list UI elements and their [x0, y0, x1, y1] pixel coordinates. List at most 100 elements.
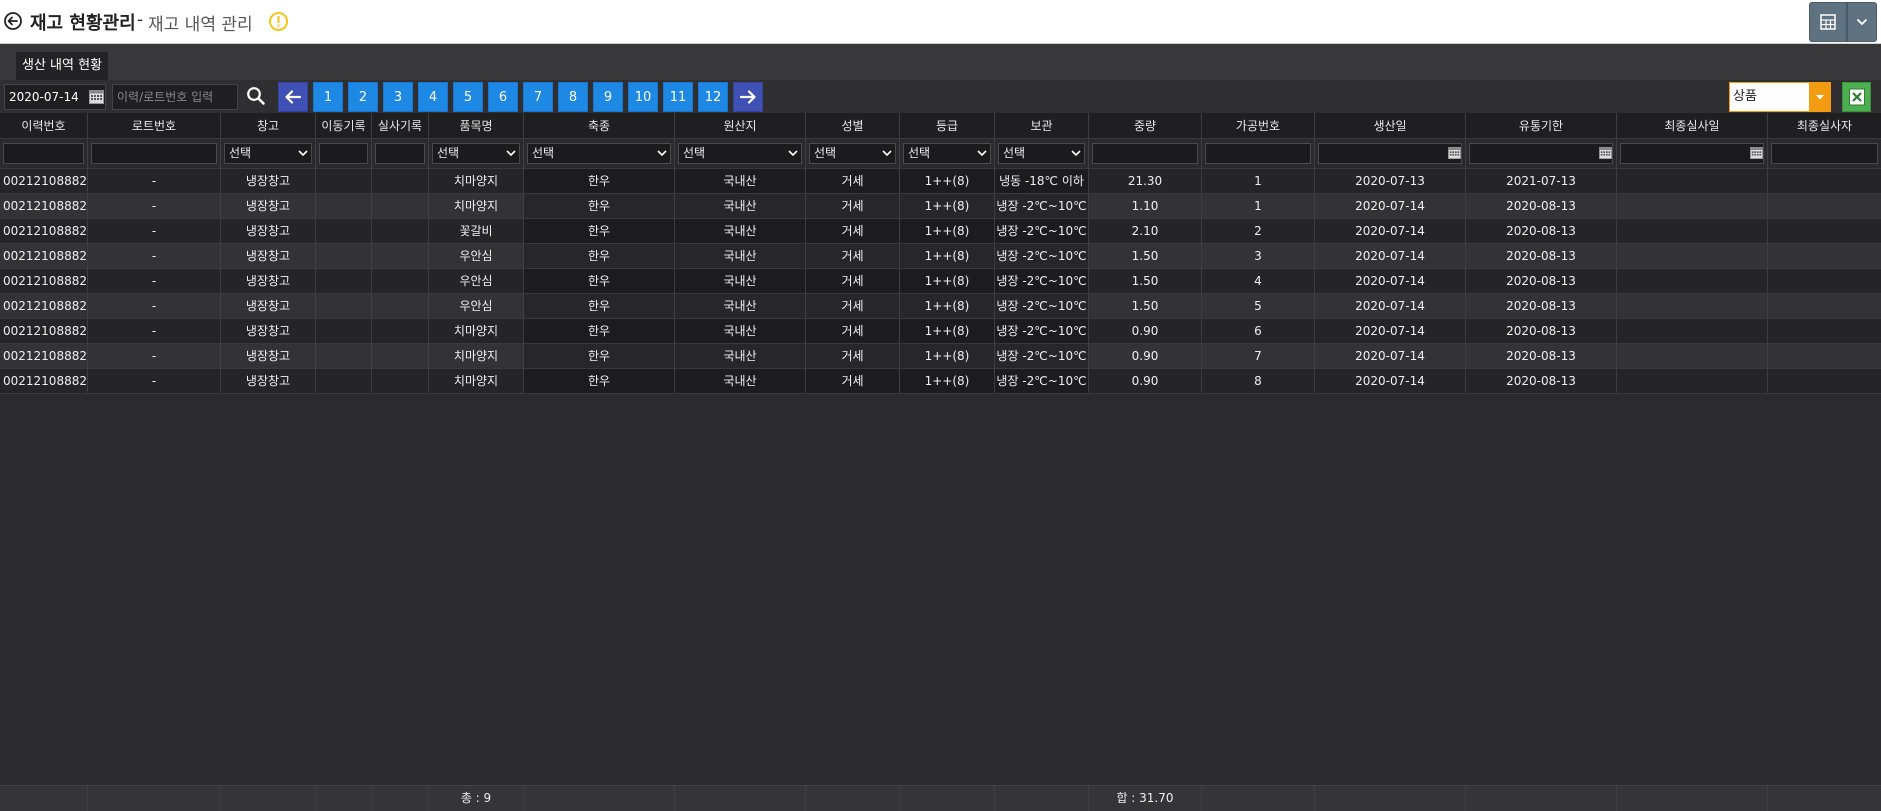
page-button-11[interactable]: 11 — [663, 82, 693, 112]
col-header-expiry-date[interactable]: 유통기한 — [1466, 113, 1617, 138]
cell-trace-no: 002121088825 — [0, 344, 88, 368]
page-button-6[interactable]: 6 — [488, 82, 518, 112]
page-button-5[interactable]: 5 — [453, 82, 483, 112]
col-header-move-log[interactable]: 이동기록 — [316, 113, 372, 138]
filter-warehouse-select[interactable]: 선택 — [224, 143, 312, 164]
prev-page-button[interactable] — [278, 82, 308, 112]
filter-process-no-input[interactable] — [1205, 143, 1311, 164]
filter-select-label: 선택 — [908, 146, 931, 160]
filter-audit-log-input[interactable] — [375, 143, 425, 164]
col-header-lot-no[interactable]: 로트번호 — [88, 113, 221, 138]
cell-expiry-date: 2020-08-13 — [1466, 219, 1617, 243]
page-header: 재고 현황관리 - 재고 내역 관리 — [0, 0, 1881, 44]
col-header-audit-log[interactable]: 실사기록 — [372, 113, 429, 138]
table-row[interactable]: 002121088825- 냉장창고 치마양지 한우 국내산 거세 1++(8) 냉장 -2℃… — [0, 344, 1881, 369]
table-row[interactable]: 002121088825- 냉장창고 우안심 한우 국내산 거세 1++(8) 냉장 -2℃~… — [0, 269, 1881, 294]
page-button-7[interactable]: 7 — [523, 82, 553, 112]
cell-grade: 1++(8) — [900, 344, 995, 368]
filter-cell: 선택 — [806, 139, 900, 168]
warning-icon[interactable] — [268, 11, 289, 32]
layout-grid-button[interactable] — [1809, 2, 1847, 42]
col-header-last-audit-date[interactable]: 최종실사일 — [1617, 113, 1768, 138]
footer-cell — [0, 786, 88, 811]
page-button-1[interactable]: 1 — [313, 82, 343, 112]
filter-last-audit-date-input[interactable] — [1620, 143, 1764, 164]
filter-storage-select[interactable]: 선택 — [998, 143, 1085, 164]
col-header-grade[interactable]: 등급 — [900, 113, 995, 138]
filter-cell — [1466, 139, 1617, 168]
filter-sex-select[interactable]: 선택 — [809, 143, 896, 164]
calendar-icon[interactable] — [89, 90, 104, 104]
next-page-button[interactable] — [733, 82, 763, 112]
page-button-2[interactable]: 2 — [348, 82, 378, 112]
page-button-8[interactable]: 8 — [558, 82, 588, 112]
trace-lot-search-input[interactable] — [112, 84, 238, 110]
filter-trace-no-input[interactable] — [3, 143, 84, 164]
col-header-species[interactable]: 축종 — [524, 113, 675, 138]
cell-lot-no: - — [88, 369, 221, 393]
filter-last-auditor-input[interactable] — [1771, 143, 1878, 164]
back-arrow-icon[interactable] — [3, 11, 23, 31]
tab-production-history[interactable]: 생산 내역 현황 — [16, 52, 109, 80]
calendar-icon[interactable] — [1599, 147, 1612, 159]
calendar-icon[interactable] — [1448, 147, 1461, 159]
filter-species-select[interactable]: 선택 — [527, 143, 671, 164]
chevron-down-icon — [1856, 18, 1868, 26]
table-row[interactable]: 002121088825- 냉장창고 우안심 한우 국내산 거세 1++(8) 냉장 -2℃~… — [0, 294, 1881, 319]
table-row[interactable]: 002121088825- 냉장창고 꽃갈비 한우 국내산 거세 1++(8) 냉장 -2℃~… — [0, 219, 1881, 244]
col-header-warehouse[interactable]: 창고 — [221, 113, 316, 138]
cell-item-name: 치마양지 — [429, 369, 524, 393]
page-title: 재고 현황관리 — [30, 13, 136, 34]
cell-move-log — [316, 244, 372, 268]
col-header-trace-no[interactable]: 이력번호 — [0, 113, 88, 138]
page-button-12[interactable]: 12 — [698, 82, 728, 112]
col-header-process-no[interactable]: 가공번호 — [1202, 113, 1315, 138]
filter-lot-no-input[interactable] — [91, 143, 217, 164]
filter-expiry-date-input[interactable] — [1469, 143, 1613, 164]
col-header-weight[interactable]: 중량 — [1089, 113, 1202, 138]
cell-audit-log — [372, 319, 429, 343]
cell-sex: 거세 — [806, 344, 900, 368]
filter-cell: 선택 — [221, 139, 316, 168]
table-row[interactable]: 002121088825- 냉장창고 치마양지 한우 국내산 거세 1++(8) 냉장 -2℃… — [0, 369, 1881, 394]
table-row[interactable]: 002121088825- 냉장창고 우안심 한우 국내산 거세 1++(8) 냉장 -2℃~… — [0, 244, 1881, 269]
calendar-icon[interactable] — [1750, 147, 1763, 159]
layout-dropdown-button[interactable] — [1847, 2, 1877, 42]
col-header-sex[interactable]: 성별 — [806, 113, 900, 138]
col-header-origin[interactable]: 원산지 — [675, 113, 806, 138]
table-row[interactable]: 002121088825- 냉장창고 치마양지 한우 국내산 거세 1++(8) 냉장 -2℃… — [0, 319, 1881, 344]
cell-lot-no: - — [88, 219, 221, 243]
grid-filter-row: 선택 선택 선택 선택 선택 선택 선택 — [0, 139, 1881, 169]
filter-cell: 선택 — [675, 139, 806, 168]
col-header-production-date[interactable]: 생산일 — [1315, 113, 1466, 138]
select-arrow[interactable] — [1809, 82, 1831, 112]
col-header-storage[interactable]: 보관 — [995, 113, 1089, 138]
filter-grade-select[interactable]: 선택 — [903, 143, 991, 164]
col-header-item-name[interactable]: 품목명 — [429, 113, 524, 138]
search-icon[interactable] — [246, 86, 266, 106]
cell-expiry-date: 2020-08-13 — [1466, 244, 1617, 268]
filter-origin-select[interactable]: 선택 — [678, 143, 802, 164]
cell-production-date: 2020-07-14 — [1315, 269, 1466, 293]
filter-item-name-select[interactable]: 선택 — [432, 143, 520, 164]
cell-last-auditor — [1768, 269, 1881, 293]
table-row[interactable]: 002121088825- 냉장창고 치마양지 한우 국내산 거세 1++(8) 냉장 -2℃… — [0, 194, 1881, 219]
filter-move-log-input[interactable] — [319, 143, 368, 164]
page-button-3[interactable]: 3 — [383, 82, 413, 112]
cell-last-audit-date — [1617, 169, 1768, 193]
page-button-4[interactable]: 4 — [418, 82, 448, 112]
table-row[interactable]: 002121088825- 냉장창고 치마양지 한우 국내산 거세 1++(8) 냉동 -18… — [0, 169, 1881, 194]
col-header-last-auditor[interactable]: 최종실사자 — [1768, 113, 1881, 138]
cell-species: 한우 — [524, 269, 675, 293]
excel-export-button[interactable] — [1842, 82, 1871, 112]
filter-cell: 선택 — [995, 139, 1089, 168]
footer-cell — [1768, 786, 1881, 811]
chevron-down-icon — [788, 150, 798, 157]
cell-trace-no: 002121088825 — [0, 244, 88, 268]
filter-production-date-input[interactable] — [1318, 143, 1462, 164]
filter-weight-input[interactable] — [1092, 143, 1198, 164]
product-type-select[interactable]: 상품 — [1729, 82, 1831, 112]
page-button-10[interactable]: 10 — [628, 82, 658, 112]
cell-species: 한우 — [524, 369, 675, 393]
page-button-9[interactable]: 9 — [593, 82, 623, 112]
